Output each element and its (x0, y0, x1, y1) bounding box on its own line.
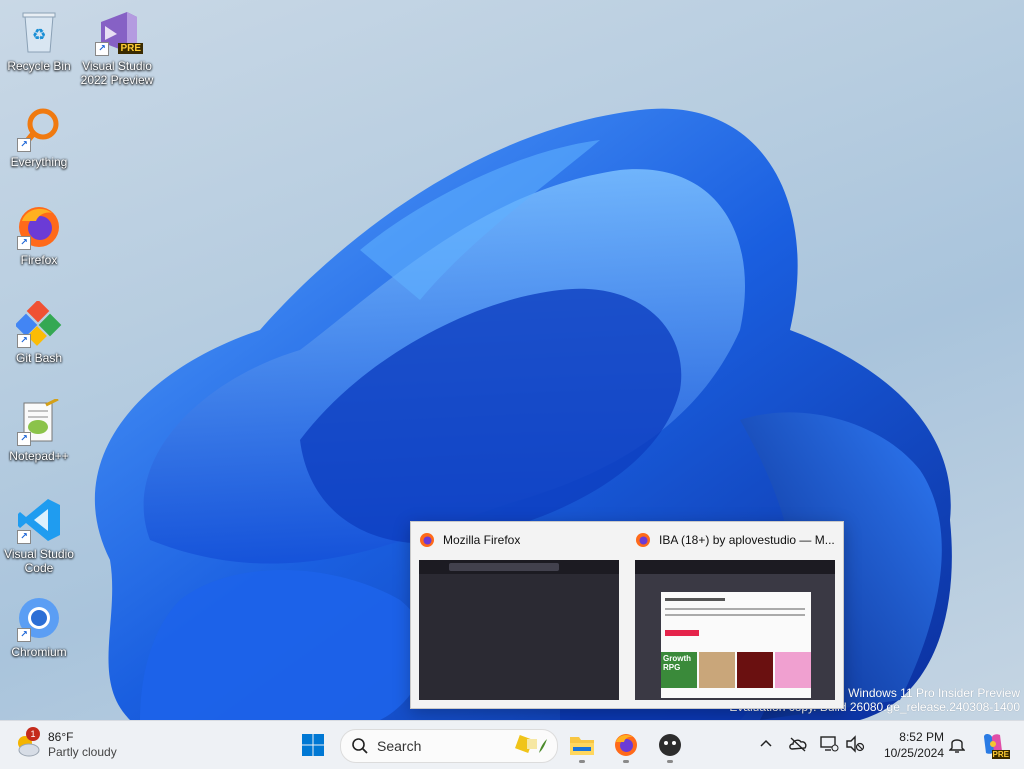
game-card: Growth RPG (661, 652, 697, 688)
taskbar-firefox[interactable] (606, 725, 646, 765)
chevron-up-icon (760, 739, 772, 747)
show-hidden-icons-button[interactable] (753, 731, 779, 757)
search-highlight-icon (515, 735, 547, 753)
game-card (699, 652, 735, 688)
shortcut-arrow-icon: ↗ (17, 236, 31, 250)
clock-time: 8:52 PM (899, 730, 944, 744)
desktop-icon-vscode[interactable]: ↗ Visual Studio Code (1, 496, 77, 575)
shortcut-arrow-icon: ↗ (17, 334, 31, 348)
git-bash-icon: ↗ (15, 300, 63, 348)
svg-text:♻: ♻ (32, 25, 46, 44)
desktop-icon-label: Everything (10, 155, 68, 169)
firefox-icon (420, 533, 434, 547)
desktop-icon-label: Git Bash (15, 351, 63, 365)
desktop-icon-everything[interactable]: ↗ Everything (1, 104, 77, 169)
preview-thumbnail: Growth RPG (635, 560, 835, 700)
desktop-icon-label: Firefox (20, 253, 58, 267)
taskbar: 1 86°F Partly cloudy Search 8:52 PM 10/2… (0, 720, 1024, 769)
shortcut-arrow-icon: ↗ (95, 42, 109, 56)
everything-search-icon: ↗ (15, 104, 63, 152)
preview-window-mozilla-firefox[interactable]: Mozilla Firefox (411, 522, 627, 708)
desktop-icon-chromium[interactable]: ↗ Chromium (1, 594, 77, 659)
tray-volume[interactable] (842, 731, 868, 757)
weather-temperature: 86°F (48, 730, 74, 744)
desktop-icon-label: Visual Studio Code (4, 547, 74, 575)
desktop-icon-label: Recycle Bin (7, 59, 71, 73)
preview-thumbnail (419, 560, 619, 700)
bell-icon (949, 739, 965, 753)
vscode-icon: ↗ (15, 496, 63, 544)
visual-studio-preview-icon: PRE ↗ (93, 8, 143, 56)
weather-condition: Partly cloudy (48, 745, 117, 759)
firefox-icon (636, 533, 650, 547)
firefox-icon: ↗ (15, 202, 63, 250)
shortcut-arrow-icon: ↗ (17, 432, 31, 446)
shortcut-arrow-icon: ↗ (17, 530, 31, 544)
desktop-icon-visual-studio-2022-preview[interactable]: PRE ↗ Visual Studio 2022 Preview (79, 8, 155, 87)
game-card (775, 652, 811, 688)
running-indicator (579, 760, 585, 763)
shortcut-arrow-icon: ↗ (17, 628, 31, 642)
shortcut-arrow-icon: ↗ (17, 138, 31, 152)
desktop-icon-label: Notepad++ (9, 449, 69, 463)
running-indicator (623, 760, 629, 763)
preview-window-iba[interactable]: IBA (18+) by aplovestudio — M... Growth … (627, 522, 843, 708)
running-indicator (667, 760, 673, 763)
folder-icon (570, 737, 594, 755)
tray-onedrive[interactable] (785, 731, 811, 757)
start-button[interactable] (293, 725, 333, 765)
game-card (737, 652, 773, 688)
copilot-button[interactable]: PRE (978, 731, 1010, 759)
preview-title: IBA (18+) by aplovestudio — M... (659, 533, 835, 547)
pre-badge: PRE (118, 43, 143, 54)
tray-network[interactable] (816, 731, 842, 757)
desktop-icon-recycle-bin[interactable]: ♻ Recycle Bin (1, 8, 77, 73)
search-box[interactable]: Search (340, 729, 558, 763)
recycle-bin-icon: ♻ (15, 8, 63, 56)
notepad-plus-plus-icon: ↗ (15, 398, 63, 446)
taskbar-app[interactable] (650, 725, 690, 765)
desktop-icon-git-bash[interactable]: ↗ Git Bash (1, 300, 77, 365)
desktop-icon-firefox[interactable]: ↗ Firefox (1, 202, 77, 267)
search-placeholder: Search (377, 738, 422, 754)
pre-badge: PRE (991, 750, 1010, 759)
desktop-icon-label: Chromium (11, 645, 67, 659)
partly-cloudy-icon: 1 (14, 727, 42, 759)
desktop-icon-label: Visual Studio 2022 Preview (80, 59, 154, 87)
search-icon (352, 738, 368, 754)
notification-badge: 1 (26, 727, 40, 741)
cloud-offline-icon (789, 737, 807, 752)
notifications-button[interactable] (944, 731, 970, 757)
network-icon (820, 736, 839, 752)
firefox-icon (615, 734, 637, 756)
clock[interactable]: 8:52 PM 10/25/2024 (868, 729, 944, 761)
windows-logo-icon (302, 734, 324, 756)
desktop-icon-notepad-plus-plus[interactable]: ↗ Notepad++ (1, 398, 77, 463)
weather-widget[interactable]: 1 86°F Partly cloudy (14, 727, 117, 763)
taskbar-thumbnail-preview: Mozilla Firefox IBA (18+) by aplovestudi… (410, 521, 844, 709)
chromium-icon: ↗ (15, 594, 63, 642)
speaker-muted-icon (846, 735, 865, 753)
clock-date: 10/25/2024 (883, 746, 944, 760)
taskbar-file-explorer[interactable] (562, 725, 602, 765)
preview-title: Mozilla Firefox (443, 533, 521, 547)
app-icon (659, 734, 681, 756)
